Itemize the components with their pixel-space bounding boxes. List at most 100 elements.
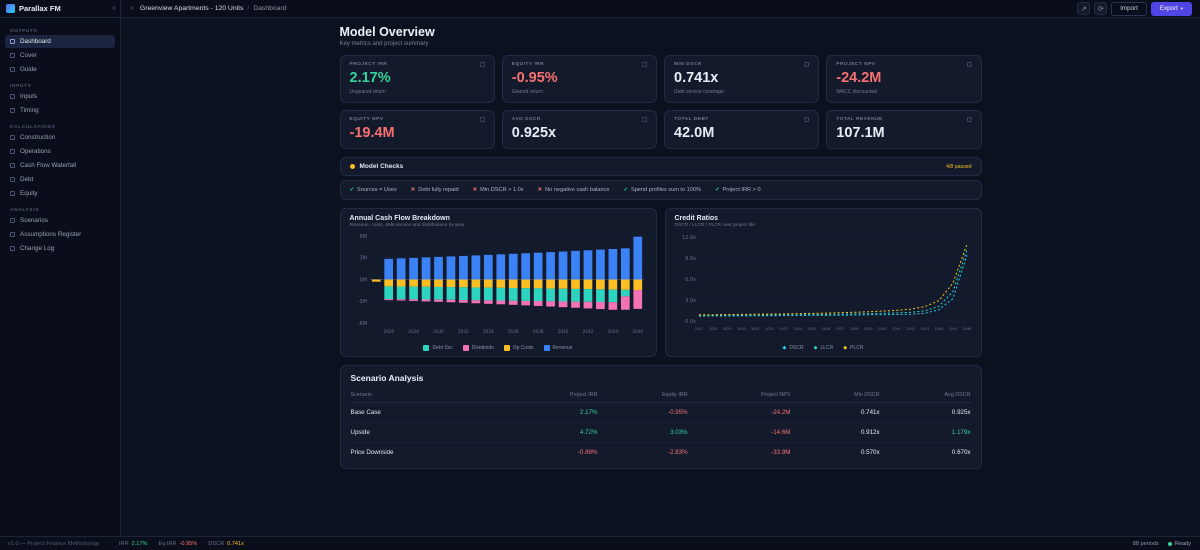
scenarios-icon xyxy=(10,218,15,223)
legend-label: LLCR xyxy=(820,345,834,351)
sidebar-item-label: Cover xyxy=(20,52,37,59)
sidebar-item-label: Timing xyxy=(20,107,39,114)
column-header-scenario: Scenario xyxy=(350,389,501,403)
check-label: Spend profiles sum to 100% xyxy=(630,187,701,193)
status-metric-value: 2.17% xyxy=(131,540,148,547)
chart-title: Credit Ratios xyxy=(674,215,719,222)
kpi-value: 0.741x xyxy=(674,70,719,86)
svg-text:6.0x: 6.0x xyxy=(685,277,696,283)
credit-ratios-line-chart: 0.0x 3.0x 6.0x 9.0x 12.0x 2027 2028 2029 2030 203… xyxy=(681,235,971,331)
sidebar-item-guide[interactable]: Guide xyxy=(5,63,115,76)
scenario-value: -0.95% xyxy=(597,402,688,423)
sidebar-item-change-log[interactable]: Change Log xyxy=(5,242,115,255)
legend-item-dscr[interactable]: ◆ DSCR xyxy=(783,345,804,351)
sidebar-item-label: Scenarios xyxy=(20,217,49,224)
scenario-value: 4.72% xyxy=(501,422,598,443)
scenario-value: -2.83% xyxy=(668,449,688,456)
svg-text:2040: 2040 xyxy=(557,329,568,334)
cashflow-chart-panel: Annual Cash Flow Breakdown Revenue, cost… xyxy=(339,208,657,357)
sidebar-item-operations[interactable]: Operations xyxy=(5,145,115,158)
export-button[interactable]: Export ▾ xyxy=(1150,1,1192,16)
scenario-value: 3.03% xyxy=(597,422,688,443)
sidebar-collapse-icon[interactable]: « xyxy=(112,5,116,12)
kpi-card-total-revenue: TOTAL REVENUE 107.1M xyxy=(826,110,982,149)
kpi-card-equity-irr: EQUITY IRR -0.95% Geared return xyxy=(501,55,657,103)
svg-text:2030: 2030 xyxy=(736,327,745,331)
legend-item-dividends[interactable]: Dividends xyxy=(462,345,494,351)
check-item-project-irr-0: ✓ Project IRR > 0 xyxy=(715,187,761,193)
legend-item-plcr[interactable]: ◆ PLCR xyxy=(843,345,863,351)
sidebar-item-label: Dashboard xyxy=(20,38,51,45)
legend-label: Revenue xyxy=(552,345,573,351)
sidebar-item-dashboard[interactable]: Dashboard xyxy=(5,35,115,48)
legend-swatch-icon xyxy=(543,345,550,351)
svg-text:2039: 2039 xyxy=(863,327,872,331)
status-metric-value: -0.95% xyxy=(179,540,198,547)
cash-flow-waterfall-icon xyxy=(10,163,15,168)
status-metric-label: DSCR xyxy=(208,540,225,547)
column-header-project-npv: Project NPV xyxy=(687,389,791,403)
table-header-row: Scenario Project IRR Equity IRR Project NPV… xyxy=(350,389,971,403)
check-label: Min DSCR > 1.0x xyxy=(480,187,524,193)
table-row-price-downside[interactable]: Price Downside -0.89% -2.83% -33.9M 0.570x 0.… xyxy=(351,443,971,463)
kpi-sublabel: Ungeared return xyxy=(349,89,386,95)
sidebar-item-assumptions-register[interactable]: Assumptions Register xyxy=(5,228,115,241)
svg-text:2031: 2031 xyxy=(751,327,760,331)
checks-title: Model Checks xyxy=(359,163,404,170)
svg-text:0.0x: 0.0x xyxy=(685,319,696,325)
sidebar-section-label: INPUTS xyxy=(10,83,32,88)
check-label: Debt fully repaid xyxy=(418,187,459,193)
legend-item-llcr[interactable]: ◆ LLCR xyxy=(814,345,834,351)
svg-text:2026: 2026 xyxy=(383,329,394,334)
status-dot-icon xyxy=(349,164,355,169)
sidebar-item-equity[interactable]: Equity xyxy=(5,187,115,200)
breadcrumb-project[interactable]: Greenview Apartments - 120 Units xyxy=(140,5,244,12)
topbar: Parallax FM « » Greenview Apartments - 1… xyxy=(0,0,1200,18)
check-item-spend-profiles-sum-to-100: ✓ Spend profiles sum to 100% xyxy=(623,187,701,193)
scenario-value: 0.570x xyxy=(860,449,880,456)
chart-title: Annual Cash Flow Breakdown xyxy=(349,215,450,222)
svg-text:2037: 2037 xyxy=(835,327,844,331)
table-row-base-case[interactable]: Base Case 2.17% -0.95% -24.2M 0.741x 0.925x xyxy=(350,402,971,423)
svg-text:2028: 2028 xyxy=(708,327,717,331)
kpi-label: EQUITY NPV xyxy=(349,117,384,122)
kpi-sublabel: Geared return xyxy=(511,89,543,95)
legend-item-revenue[interactable]: Revenue xyxy=(543,345,573,351)
table-row-upside[interactable]: Upside 4.72% 3.03% -14.6M 0.912x 1.179x xyxy=(350,422,971,443)
sidebar-item-label: Guide xyxy=(20,66,37,73)
kpi-label: MIN DSCR xyxy=(674,62,702,67)
ready-dot-icon xyxy=(1167,541,1172,546)
sidebar-item-scenarios[interactable]: Scenarios xyxy=(5,214,115,227)
sidebar-item-cover[interactable]: Cover xyxy=(5,49,115,62)
legend-item-op-costs[interactable]: Op Costs xyxy=(503,345,534,351)
sidebar-item-debt[interactable]: Debt xyxy=(5,173,115,186)
import-button[interactable]: Import xyxy=(1111,1,1147,16)
svg-text:2046: 2046 xyxy=(962,327,971,331)
svg-text:2032: 2032 xyxy=(765,327,774,331)
ready-indicator: Ready xyxy=(1167,541,1191,547)
sidebar-item-inputs[interactable]: Inputs xyxy=(5,90,115,103)
kpi-label: TOTAL DEBT xyxy=(674,117,709,122)
status-metric-eq-irr: Eq IRR -0.95% xyxy=(159,541,198,547)
scenario-value: -14.6M xyxy=(687,422,791,443)
sidebar-item-construction[interactable]: Construction xyxy=(5,131,115,144)
panel-toggle-icon[interactable]: » xyxy=(130,5,134,12)
history-button[interactable]: ⟳ xyxy=(1094,2,1108,15)
inputs-icon xyxy=(10,94,15,99)
scenario-name: Price Downside xyxy=(350,449,394,456)
sidebar-item-timing[interactable]: Timing xyxy=(5,104,115,117)
sidebar-item-label: Construction xyxy=(20,134,56,141)
assumptions-register-icon xyxy=(10,232,15,237)
legend-item-debt-svc[interactable]: Debt Svc xyxy=(423,345,453,351)
kpi-label: AVG DSCR xyxy=(511,117,541,122)
kpi-value: -24.2M xyxy=(836,70,882,86)
legend-swatch-icon xyxy=(423,345,430,351)
scenario-value: 2.17% xyxy=(501,402,598,423)
kpi-label: PROJECT IRR xyxy=(349,62,388,67)
share-button[interactable]: ↗ xyxy=(1077,2,1091,15)
sidebar-item-cash-flow-waterfall[interactable]: Cash Flow Waterfall xyxy=(5,159,115,172)
check-item-sources-uses: ✓ Sources = Uses xyxy=(350,187,397,193)
app-logo xyxy=(6,4,15,13)
legend-label: Debt Svc xyxy=(432,345,453,351)
statusbar-right: 88 periods Ready xyxy=(1133,541,1200,547)
